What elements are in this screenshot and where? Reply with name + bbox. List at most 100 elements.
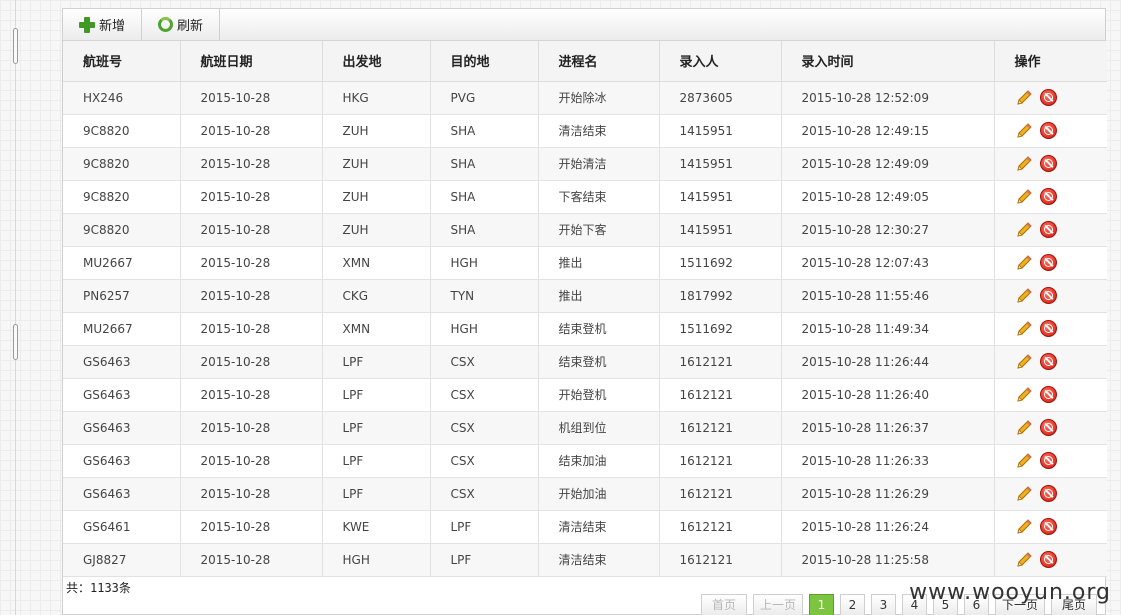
pencil-icon[interactable]: [1015, 155, 1033, 173]
entry-time-cell: 2015-10-28 12:49:15: [781, 114, 995, 148]
pencil-icon[interactable]: [1015, 551, 1033, 569]
delete-icon[interactable]: [1039, 122, 1057, 139]
actions-cell: [994, 213, 1107, 247]
row-actions: [1015, 89, 1108, 107]
pencil-icon[interactable]: [1015, 188, 1033, 206]
prev-page-button[interactable]: 上一页: [752, 593, 803, 615]
destination-cell: CSX: [430, 345, 539, 379]
row-actions: [1015, 419, 1108, 437]
add-button[interactable]: 新增: [63, 9, 143, 40]
pencil-icon[interactable]: [1015, 419, 1033, 437]
delete-icon[interactable]: [1039, 188, 1057, 205]
col-header-process[interactable]: 进程名: [538, 41, 660, 82]
table-row: GJ8827 2015-10-28 HGH LPF 清洁结束 1612121 2015-10…: [63, 543, 1107, 577]
flight-no-cell: 9C8820: [63, 180, 181, 214]
flight-no-cell: GJ8827: [63, 543, 181, 577]
actions-cell: [994, 510, 1107, 544]
refresh-button[interactable]: 刷新: [142, 9, 221, 40]
delete-icon[interactable]: [1039, 353, 1057, 370]
pencil-icon[interactable]: [1015, 485, 1033, 503]
delete-icon[interactable]: [1039, 287, 1057, 304]
delete-icon[interactable]: [1039, 221, 1057, 238]
flight-no-cell: 9C8820: [63, 114, 181, 148]
delete-icon[interactable]: [1039, 320, 1057, 337]
origin-cell: XMN: [322, 246, 431, 280]
col-header-operator[interactable]: 录入人: [659, 41, 782, 82]
flight-date-cell: 2015-10-28: [180, 411, 323, 445]
col-header-entry-time[interactable]: 录入时间: [781, 41, 995, 82]
pencil-icon[interactable]: [1015, 353, 1033, 371]
delete-icon[interactable]: [1039, 551, 1057, 568]
operator-cell: 1612121: [659, 345, 782, 379]
flight-no-cell: PN6257: [63, 279, 181, 313]
col-header-flight-no[interactable]: 航班号: [63, 41, 181, 82]
destination-cell: CSX: [430, 411, 539, 445]
flight-no-cell: GS6463: [63, 345, 181, 379]
col-header-actions: 操作: [994, 41, 1107, 82]
col-header-flight-date[interactable]: 航班日期: [180, 41, 323, 82]
actions-cell: [994, 180, 1108, 214]
operator-cell: 1612121: [659, 477, 782, 511]
origin-cell: ZUH: [322, 180, 431, 214]
process-cell: 结束登机: [538, 345, 660, 379]
delete-icon[interactable]: [1039, 155, 1057, 172]
operator-cell: 1511692: [659, 246, 782, 280]
actions-cell: [994, 378, 1107, 412]
origin-cell: KWE: [322, 510, 431, 544]
table-row: 9C8820 2015-10-28 ZUH SHA 开始清洁 1415951 2015-10…: [63, 147, 1108, 181]
origin-cell: LPF: [322, 411, 431, 445]
table-row: GS6463 2015-10-28 LPF CSX 机组到位 1612121 2015-10…: [63, 411, 1108, 445]
origin-cell: ZUH: [322, 147, 431, 181]
pencil-icon[interactable]: [1015, 320, 1033, 338]
row-actions: [1015, 155, 1108, 173]
delete-icon[interactable]: [1039, 419, 1057, 436]
page-button-3[interactable]: 3: [870, 593, 896, 615]
delete-icon[interactable]: [1039, 386, 1057, 403]
pencil-icon[interactable]: [1015, 518, 1033, 536]
splitter-handle-top[interactable]: [13, 28, 18, 64]
delete-icon[interactable]: [1039, 485, 1057, 502]
first-page-button[interactable]: 首页: [700, 593, 747, 615]
process-cell: 开始登机: [538, 378, 660, 412]
flight-date-cell: 2015-10-28: [180, 477, 323, 511]
flight-date-cell: 2015-10-28: [180, 213, 323, 247]
total-count: 共：1133条: [66, 580, 131, 595]
process-cell: 开始加油: [538, 477, 660, 511]
pencil-icon[interactable]: [1015, 89, 1033, 107]
actions-cell: [994, 147, 1108, 181]
col-header-destination[interactable]: 目的地: [430, 41, 539, 82]
delete-icon[interactable]: [1039, 89, 1057, 106]
table-row: MU2667 2015-10-28 XMN HGH 推出 1511692 2015-10-2…: [63, 246, 1107, 280]
delete-icon[interactable]: [1039, 254, 1057, 271]
pencil-icon[interactable]: [1015, 122, 1033, 140]
delete-icon[interactable]: [1039, 518, 1057, 535]
entry-time-cell: 2015-10-28 12:49:09: [781, 147, 995, 181]
table-row: 9C8820 2015-10-28 ZUH SHA 清洁结束 1415951 2015-10…: [63, 114, 1107, 148]
entry-time-cell: 2015-10-28 11:55:46: [781, 279, 995, 313]
flight-no-cell: GS6463: [63, 444, 181, 478]
destination-cell: TYN: [430, 279, 539, 313]
page-button-1[interactable]: 1: [808, 593, 834, 615]
row-actions: [1015, 188, 1108, 206]
actions-cell: [994, 279, 1107, 313]
page-button-2[interactable]: 2: [839, 593, 865, 615]
refresh-icon: [158, 17, 174, 32]
delete-icon[interactable]: [1039, 452, 1057, 469]
splitter-handle-middle[interactable]: [13, 324, 18, 360]
plus-icon: [79, 16, 95, 33]
col-header-origin[interactable]: 出发地: [322, 41, 431, 82]
pencil-icon[interactable]: [1015, 386, 1033, 404]
pencil-icon[interactable]: [1015, 254, 1033, 272]
splitter-line: [15, 0, 16, 615]
pencil-icon[interactable]: [1015, 452, 1033, 470]
process-cell: 开始除冰: [538, 81, 660, 115]
origin-cell: LPF: [322, 345, 431, 379]
table-row: MU2667 2015-10-28 XMN HGH 结束登机 1511692 2015-10…: [63, 312, 1107, 346]
destination-cell: HGH: [430, 246, 539, 280]
operator-cell: 1817992: [659, 279, 782, 313]
operator-cell: 1415951: [659, 147, 782, 181]
actions-cell: [994, 312, 1107, 346]
actions-cell: [994, 114, 1107, 148]
pencil-icon[interactable]: [1015, 287, 1033, 305]
pencil-icon[interactable]: [1015, 221, 1033, 239]
